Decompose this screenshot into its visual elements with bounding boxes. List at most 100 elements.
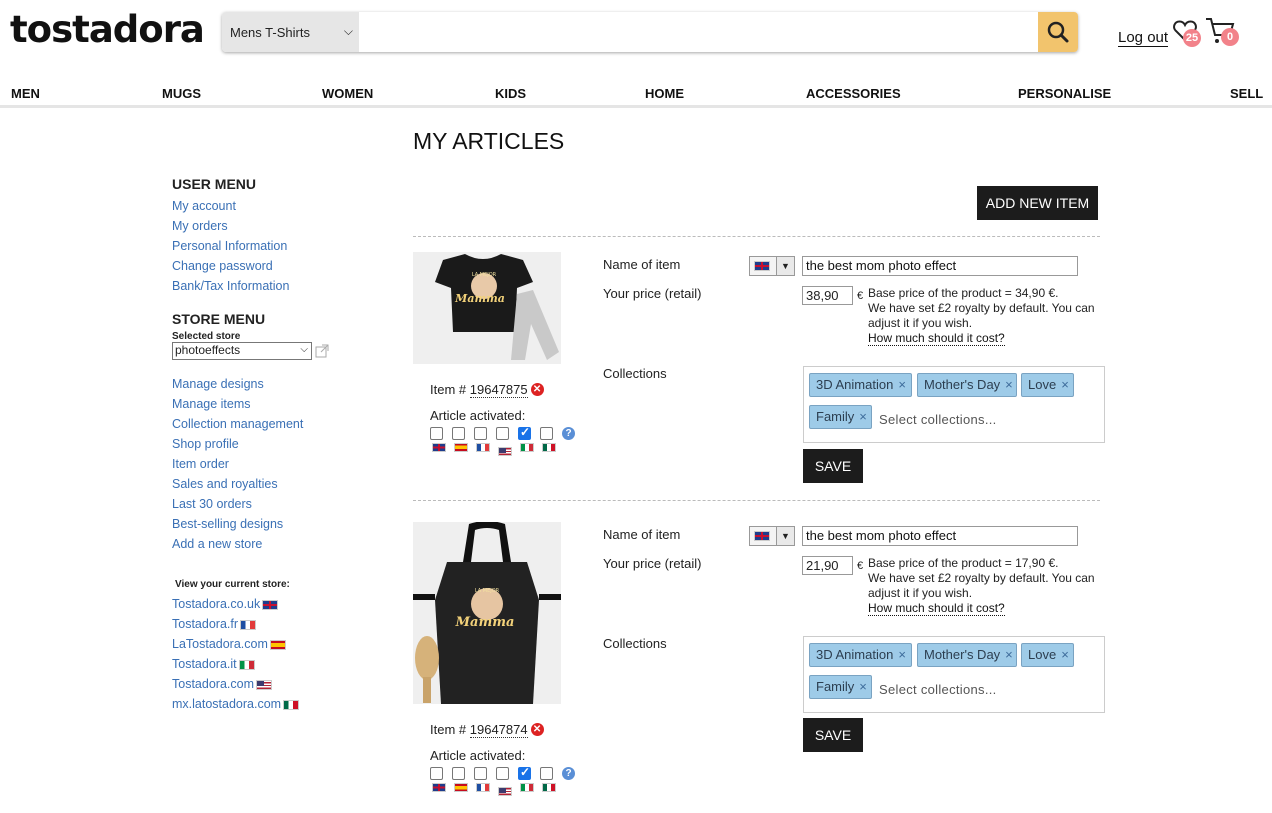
uk-flag-icon bbox=[262, 599, 279, 610]
price-input[interactable]: 38,90 bbox=[802, 286, 853, 305]
activate-fr-checkbox[interactable] bbox=[474, 767, 487, 780]
external-link-icon[interactable] bbox=[315, 344, 329, 358]
es-flag-icon bbox=[454, 443, 468, 452]
menu-shop-profile[interactable]: Shop profile bbox=[172, 434, 372, 454]
activate-fr-checkbox[interactable] bbox=[474, 427, 487, 440]
add-new-item-button[interactable]: ADD NEW ITEM bbox=[977, 186, 1098, 220]
store-link-us[interactable]: Tostadora.com bbox=[172, 674, 372, 694]
store-link-label: mx.latostadora.com bbox=[172, 697, 282, 711]
store-link-fr[interactable]: Tostadora.fr bbox=[172, 614, 372, 634]
menu-add-store[interactable]: Add a new store bbox=[172, 534, 372, 554]
site-header: tostadora Mens T-Shirts ⌵ Log out 25 0 M… bbox=[0, 0, 1272, 110]
activate-mx-checkbox[interactable] bbox=[540, 767, 553, 780]
remove-tag-icon[interactable]: × bbox=[1061, 647, 1069, 662]
remove-tag-icon[interactable]: × bbox=[898, 377, 906, 392]
menu-last-30-orders[interactable]: Last 30 orders bbox=[172, 494, 372, 514]
help-icon[interactable]: ? bbox=[562, 767, 575, 780]
remove-tag-icon[interactable]: × bbox=[1005, 647, 1013, 662]
menu-bank-tax[interactable]: Bank/Tax Information bbox=[172, 276, 372, 296]
menu-manage-designs[interactable]: Manage designs bbox=[172, 374, 372, 394]
main-nav: MEN MUGS WOMEN KIDS HOME ACCESSORIES PER… bbox=[0, 80, 1272, 108]
store-link-es[interactable]: LaTostadora.com bbox=[172, 634, 372, 654]
menu-change-password[interactable]: Change password bbox=[172, 256, 372, 276]
delete-icon[interactable]: ✕ bbox=[530, 723, 544, 736]
logout-link[interactable]: Log out bbox=[1118, 30, 1169, 47]
nav-kids[interactable]: KIDS bbox=[495, 86, 526, 101]
collections-field[interactable]: 3D Animation × Mother's Day × Love × Family… bbox=[803, 636, 1105, 713]
us-flag-icon bbox=[498, 447, 512, 457]
activate-mx-checkbox[interactable] bbox=[540, 427, 553, 440]
chevron-down-icon: ⌵ bbox=[300, 344, 308, 355]
nav-mugs[interactable]: MUGS bbox=[162, 86, 201, 101]
nav-home[interactable]: HOME bbox=[645, 86, 684, 101]
store-select[interactable]: photoeffects ⌵ bbox=[172, 342, 312, 360]
search-category-select[interactable]: Mens T-Shirts ⌵ bbox=[222, 12, 359, 52]
save-button[interactable]: SAVE bbox=[803, 718, 863, 752]
collection-tag: Mother's Day × bbox=[917, 373, 1017, 397]
menu-manage-items[interactable]: Manage items bbox=[172, 394, 372, 414]
item-name-input[interactable]: the best mom photo effect bbox=[802, 526, 1078, 546]
activate-es-checkbox[interactable] bbox=[452, 427, 465, 440]
save-button[interactable]: SAVE bbox=[803, 449, 863, 483]
remove-tag-icon[interactable]: × bbox=[898, 647, 906, 662]
menu-item-order[interactable]: Item order bbox=[172, 454, 372, 474]
menu-my-account[interactable]: My account bbox=[172, 196, 372, 216]
remove-tag-icon[interactable]: × bbox=[859, 409, 867, 424]
language-select[interactable]: ▼ bbox=[749, 526, 795, 546]
uk-flag-icon bbox=[754, 531, 770, 541]
item-number-prefix: Item # bbox=[430, 382, 470, 397]
nav-men[interactable]: MEN bbox=[11, 86, 40, 101]
search-icon bbox=[1047, 21, 1069, 43]
menu-collection-management[interactable]: Collection management bbox=[172, 414, 372, 434]
search-button[interactable] bbox=[1038, 12, 1078, 52]
cart-button[interactable]: 0 bbox=[1205, 16, 1239, 46]
activate-it-checkbox[interactable] bbox=[518, 765, 531, 780]
uk-flag-icon bbox=[754, 261, 770, 271]
remove-tag-icon[interactable]: × bbox=[859, 679, 867, 694]
nav-women[interactable]: WOMEN bbox=[322, 86, 373, 101]
menu-personal-information[interactable]: Personal Information bbox=[172, 236, 372, 256]
uk-flag-icon bbox=[432, 783, 446, 792]
wishlist-count-badge: 25 bbox=[1183, 29, 1201, 47]
store-link-it[interactable]: Tostadora.it bbox=[172, 654, 372, 674]
menu-sales-royalties[interactable]: Sales and royalties bbox=[172, 474, 372, 494]
article-item: LA MEJOR Mamma Item # 19647874 ✕ Article … bbox=[413, 522, 1113, 802]
nav-accessories[interactable]: ACCESSORIES bbox=[806, 86, 901, 101]
activate-us-checkbox[interactable] bbox=[496, 427, 509, 440]
price-input[interactable]: 21,90 bbox=[802, 556, 853, 575]
item-name-input[interactable]: the best mom photo effect bbox=[802, 256, 1078, 276]
product-thumbnail-apron[interactable]: LA MEJOR Mamma bbox=[413, 522, 561, 704]
menu-my-orders[interactable]: My orders bbox=[172, 216, 372, 236]
how-much-link[interactable]: How much should it cost? bbox=[868, 601, 1005, 616]
nav-sell[interactable]: SELL bbox=[1230, 86, 1263, 101]
activate-uk-checkbox[interactable] bbox=[430, 767, 443, 780]
activate-es-checkbox[interactable] bbox=[452, 767, 465, 780]
search-input[interactable] bbox=[362, 14, 1034, 50]
activation-checkboxes: ? bbox=[430, 765, 580, 797]
price-note: Base price of the product = 17,90 €. We … bbox=[868, 556, 1108, 616]
language-select[interactable]: ▼ bbox=[749, 256, 795, 276]
remove-tag-icon[interactable]: × bbox=[1005, 377, 1013, 392]
collection-tag: 3D Animation × bbox=[809, 643, 912, 667]
help-icon[interactable]: ? bbox=[562, 427, 575, 440]
how-much-link[interactable]: How much should it cost? bbox=[868, 331, 1005, 346]
collection-tag-label: 3D Animation bbox=[816, 377, 894, 392]
product-thumbnail-tshirt[interactable]: LA MEJOR Mamma bbox=[413, 252, 561, 364]
store-link-uk[interactable]: Tostadora.co.uk bbox=[172, 594, 372, 614]
activate-it-checkbox[interactable] bbox=[518, 425, 531, 440]
remove-tag-icon[interactable]: × bbox=[1061, 377, 1069, 392]
collection-tag-label: 3D Animation bbox=[816, 647, 894, 662]
collection-tag-label: Family bbox=[816, 679, 855, 694]
wishlist-button[interactable]: 25 bbox=[1172, 18, 1201, 47]
store-link-mx[interactable]: mx.latostadora.com bbox=[172, 694, 372, 714]
menu-best-selling[interactable]: Best-selling designs bbox=[172, 514, 372, 534]
nav-personalise[interactable]: PERSONALISE bbox=[1018, 86, 1111, 101]
item-number-link[interactable]: 19647874 bbox=[469, 722, 528, 738]
delete-icon[interactable]: ✕ bbox=[530, 383, 544, 396]
item-number-link[interactable]: 19647875 bbox=[469, 382, 528, 398]
item-number: Item # 19647875 ✕ bbox=[430, 382, 544, 398]
site-logo[interactable]: tostadora bbox=[10, 8, 205, 51]
activate-uk-checkbox[interactable] bbox=[430, 427, 443, 440]
collections-field[interactable]: 3D Animation × Mother's Day × Love × Family… bbox=[803, 366, 1105, 443]
activate-us-checkbox[interactable] bbox=[496, 767, 509, 780]
